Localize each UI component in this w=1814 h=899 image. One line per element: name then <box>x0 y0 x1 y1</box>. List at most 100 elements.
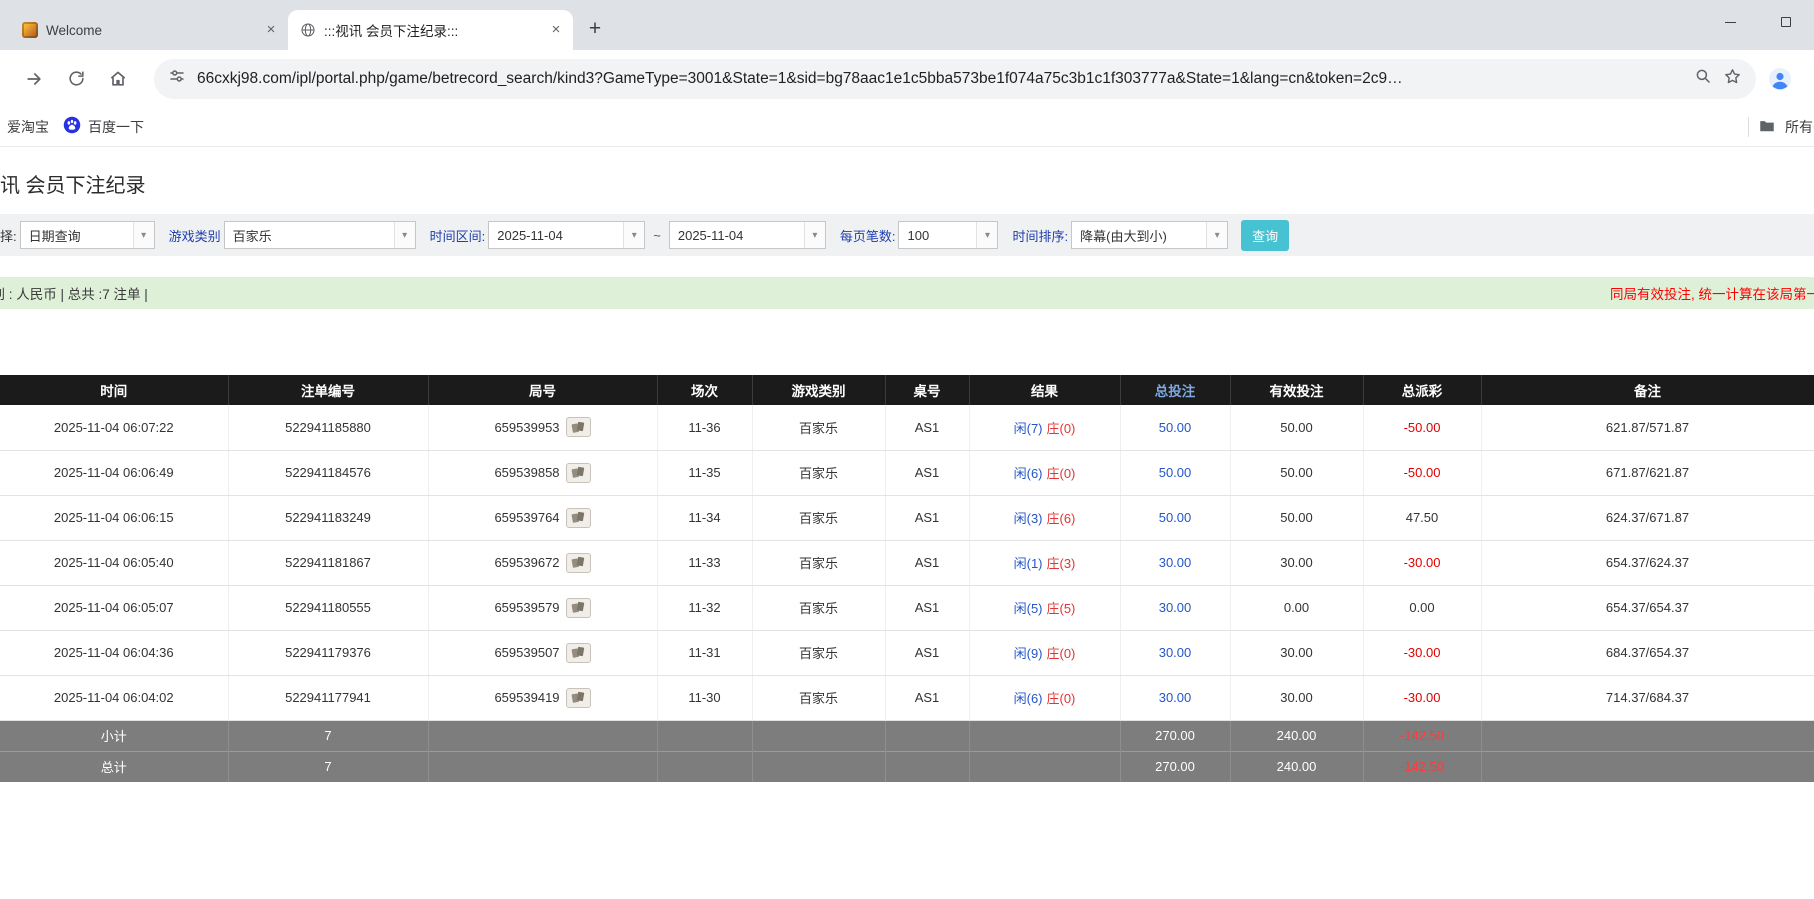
page-content: 视讯 会员下注纪录 选择: 日期查询 ▾ 游戏类别 百家乐 ▾ 时间区间: 20… <box>0 169 1814 782</box>
close-icon[interactable]: × <box>547 21 565 39</box>
col-payout: 总派彩 <box>1363 375 1482 405</box>
cell-time: 2025-11-04 06:07:22 <box>0 405 229 451</box>
cell-payout: -50.00 <box>1363 450 1482 496</box>
bet-table-body: 2025-11-04 06:07:22 522941185880 659539953… <box>0 405 1814 721</box>
total-bet-link[interactable]: 50.00 <box>1159 465 1192 480</box>
cell-valid-bet: 50.00 <box>1230 405 1364 451</box>
cell-game-type: 百家乐 <box>752 450 886 496</box>
close-icon[interactable]: × <box>262 21 280 39</box>
cell-game-type: 百家乐 <box>752 630 886 676</box>
site-info-icon[interactable] <box>168 67 186 90</box>
cell-result: 闲(7) 庄(0) <box>969 405 1121 451</box>
new-tab-button[interactable]: + <box>581 15 609 43</box>
tab-strip: Welcome × :::视讯 会员下注纪录::: × + <box>0 0 1814 50</box>
game-type-select[interactable]: 百家乐 ▾ <box>223 221 416 249</box>
table-row: 2025-11-04 06:07:22 522941185880 659539953… <box>0 405 1814 451</box>
cell-total-bet: 30.00 <box>1120 675 1231 721</box>
col-bet-id: 注单编号 <box>228 375 429 405</box>
tab-welcome[interactable]: Welcome × <box>10 10 288 50</box>
cell-round: 659539672 <box>428 540 658 586</box>
date-to-select[interactable]: 2025-11-04 ▾ <box>668 221 826 249</box>
cell-result: 闲(6) 庄(0) <box>969 450 1121 496</box>
bookmark-star-icon[interactable] <box>1723 67 1742 91</box>
view-cards-button[interactable] <box>565 462 591 483</box>
col-total-bet[interactable]: 总投注 <box>1120 375 1231 405</box>
game-type-value: 百家乐 <box>232 228 272 244</box>
chevron-down-icon: ▾ <box>976 222 998 248</box>
browser-window: Welcome × :::视讯 会员下注纪录::: × + 66cxkj98.c… <box>0 0 1814 147</box>
cell-session: 11-31 <box>657 630 753 676</box>
cell-round: 659539764 <box>428 495 658 541</box>
bookmarks-bar: 爱淘宝 百度一下 所有书签 <box>0 107 1814 147</box>
globe-icon <box>300 22 316 38</box>
url-text: 66cxkj98.com/ipl/portal.php/game/betreco… <box>197 69 1403 87</box>
table-row: 2025-11-04 06:04:02 522941177941 659539419… <box>0 675 1814 721</box>
reload-button[interactable] <box>58 61 94 97</box>
cell-payout: -30.00 <box>1363 540 1482 586</box>
all-bookmarks[interactable]: 所有书签 <box>1748 107 1814 147</box>
chevron-down-icon: ▾ <box>623 222 645 248</box>
result-banker: 庄(5) <box>1046 601 1076 616</box>
cell-bet-id: 522941184576 <box>228 450 429 496</box>
all-bookmarks-label: 所有书签 <box>1785 119 1814 135</box>
total-bet-link[interactable]: 30.00 <box>1159 645 1192 660</box>
footer-valid-bet: 240.00 <box>1230 750 1364 782</box>
cell-result: 闲(1) 庄(3) <box>969 540 1121 586</box>
footer-count: 7 <box>228 719 429 751</box>
home-button[interactable] <box>100 61 136 97</box>
search-button[interactable]: 查询 <box>1241 219 1290 251</box>
view-cards-button[interactable] <box>565 687 591 708</box>
view-cards-button[interactable] <box>565 597 591 618</box>
total-bet-link[interactable]: 30.00 <box>1159 600 1192 615</box>
tab-betrecord[interactable]: :::视讯 会员下注纪录::: × <box>288 10 573 50</box>
total-bet-link[interactable]: 50.00 <box>1159 510 1192 525</box>
view-cards-button[interactable] <box>565 507 591 528</box>
summary-bar: 币别 : 人民币 | 总共 :7 注单 | 同局有效投注, 统一计算在该局第一张… <box>0 277 1814 309</box>
cell-payout: -50.00 <box>1363 405 1482 451</box>
cell-time: 2025-11-04 06:04:36 <box>0 630 229 676</box>
cell-valid-bet: 50.00 <box>1230 450 1364 496</box>
date-from-select[interactable]: 2025-11-04 ▾ <box>488 221 646 249</box>
view-cards-button[interactable] <box>565 417 591 438</box>
cell-table-no: AS1 <box>885 675 970 721</box>
total-bet-link[interactable]: 50.00 <box>1159 420 1192 435</box>
cell-remark: 624.37/671.87 <box>1481 495 1814 541</box>
total-bet-link[interactable]: 30.00 <box>1159 555 1192 570</box>
page-size-select[interactable]: 100 ▾ <box>898 221 999 249</box>
report-type-select[interactable]: 日期查询 ▾ <box>19 221 155 249</box>
cell-bet-id: 522941179376 <box>228 630 429 676</box>
cell-table-no: AS1 <box>885 630 970 676</box>
summary-note: 同局有效投注, 统一计算在该局第一张注 <box>1610 287 1814 302</box>
address-bar[interactable]: 66cxkj98.com/ipl/portal.php/game/betreco… <box>154 58 1756 99</box>
cell-valid-bet: 30.00 <box>1230 675 1364 721</box>
cell-table-no: AS1 <box>885 540 970 586</box>
tab-title: Welcome <box>46 22 103 38</box>
bookmark-aitaobao[interactable]: 爱淘宝 <box>0 113 56 141</box>
forward-button[interactable] <box>16 61 52 97</box>
minimize-button[interactable] <box>1702 0 1758 44</box>
footer-count: 7 <box>228 750 429 782</box>
view-cards-button[interactable] <box>565 642 591 663</box>
cell-session: 11-35 <box>657 450 753 496</box>
result-player: 闲(7) <box>1013 420 1043 436</box>
chevron-down-icon: ▾ <box>803 222 825 248</box>
footer-payout: -142.50 <box>1363 719 1482 751</box>
profile-avatar[interactable] <box>1760 59 1800 99</box>
cell-total-bet: 50.00 <box>1120 495 1231 541</box>
sort-order-select[interactable]: 降幕(由大到小) ▾ <box>1071 221 1229 249</box>
chevron-down-icon: ▾ <box>393 222 415 248</box>
round-number: 659539507 <box>494 645 560 660</box>
footer-empty <box>428 719 658 751</box>
bookmark-baidu[interactable]: 百度一下 <box>56 113 151 141</box>
maximize-button[interactable] <box>1758 0 1814 44</box>
cell-total-bet: 50.00 <box>1120 450 1231 496</box>
bookmark-label: 百度一下 <box>88 118 144 135</box>
cell-session: 11-32 <box>657 585 753 631</box>
col-table-no: 桌号 <box>885 375 970 405</box>
view-cards-button[interactable] <box>565 552 591 573</box>
col-remark: 备注 <box>1481 375 1814 405</box>
cell-game-type: 百家乐 <box>752 675 886 721</box>
total-bet-link[interactable]: 30.00 <box>1159 690 1192 705</box>
zoom-icon[interactable] <box>1694 67 1712 90</box>
cell-time: 2025-11-04 06:05:07 <box>0 585 229 631</box>
